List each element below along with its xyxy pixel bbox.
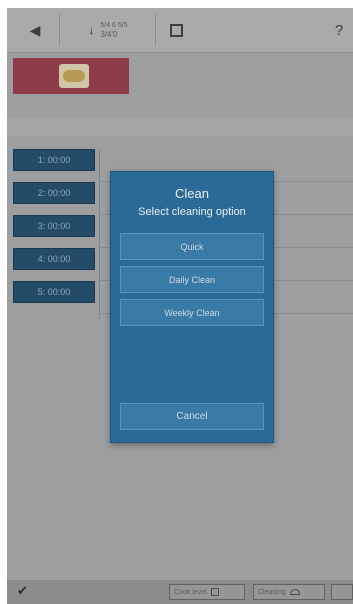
back-arrow-icon: ◀ (29, 21, 41, 38)
app-screen: ◀ ↓ 5/4 6 5/5 3/4'0 ? 1: 00:00 2: 00:00 … (7, 8, 353, 604)
timer-slot-5[interactable]: 5: 00:00 (13, 281, 95, 303)
toolbar-divider (155, 14, 156, 46)
timer-slot-4[interactable]: 4: 00:00 (13, 248, 95, 270)
timer-slot-2[interactable]: 2: 00:00 (13, 182, 95, 204)
trash-icon (210, 588, 219, 596)
temperature-button[interactable]: ↓ 5/4 6 5/5 3/4'0 (65, 14, 151, 46)
down-arrow-icon: ↓ (88, 23, 95, 37)
divider-line (99, 149, 100, 319)
cleaning-label: Cleaning (258, 588, 286, 596)
cook-level-label: Cook level (174, 588, 207, 596)
top-toolbar: ◀ ↓ 5/4 6 5/5 3/4'0 ? (7, 8, 353, 53)
temperature-value: 3/4'0 (100, 30, 118, 39)
square-icon (169, 23, 183, 37)
temperature-small-text: 5/4 6 5/5 (100, 22, 128, 29)
dialog-title: Clean (175, 186, 209, 201)
cook-level-button[interactable]: Cook level (169, 584, 245, 600)
square-button[interactable] (165, 14, 187, 46)
more-button[interactable] (331, 584, 353, 600)
timer-slot-3[interactable]: 3: 00:00 (13, 215, 95, 237)
weekly-clean-button[interactable]: Weekly Clean (120, 299, 264, 326)
back-button[interactable]: ◀ (23, 14, 47, 46)
daily-clean-button[interactable]: Daily Clean (120, 266, 264, 293)
section-band (7, 118, 353, 136)
clean-dialog: Clean Select cleaning option Quick Daily… (110, 171, 274, 443)
quick-clean-button[interactable]: Quick (120, 233, 264, 260)
toolbar-divider (59, 14, 60, 46)
product-tile[interactable] (13, 58, 129, 94)
cleaning-button[interactable]: Cleaning (253, 584, 325, 600)
bread-icon (59, 64, 89, 88)
cancel-button[interactable]: Cancel (120, 403, 264, 430)
timer-slot-1[interactable]: 1: 00:00 (13, 149, 95, 171)
check-icon[interactable]: ✔ (17, 584, 31, 598)
bottom-bar: ✔ Cook level Cleaning (7, 580, 353, 604)
hat-icon (289, 589, 300, 595)
help-button[interactable]: ? (329, 14, 349, 46)
dialog-subtitle: Select cleaning option (138, 206, 246, 218)
